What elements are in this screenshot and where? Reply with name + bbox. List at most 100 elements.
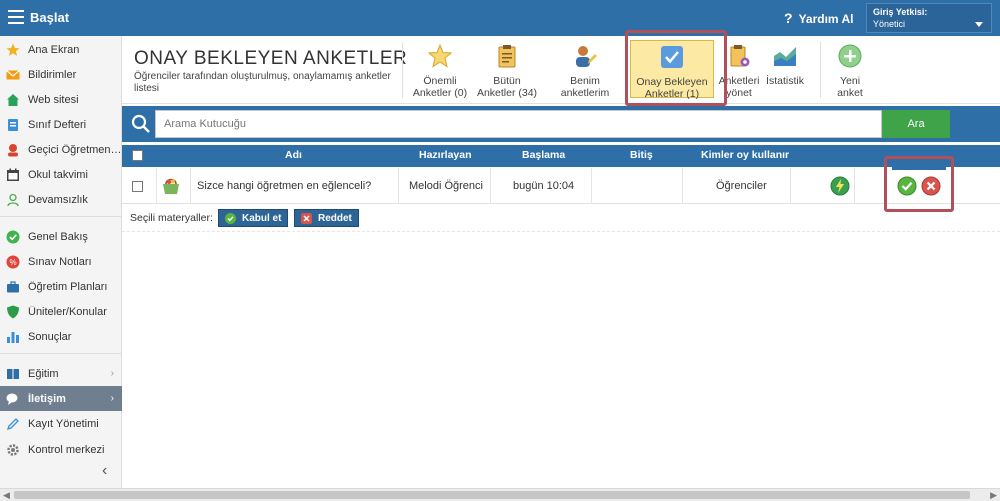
column-header-start[interactable]: Başlama [522,149,565,161]
pencil-icon [6,417,19,430]
page-title: Onay Bekleyen Anketler [134,48,408,69]
brand-title[interactable]: Başlat [30,10,69,25]
clipboard-icon [498,45,516,68]
tool-label-line2: anket [837,87,863,99]
chevron-right-icon: › [110,393,114,404]
row-checkbox-cell [132,168,143,204]
chart-circle-icon: % [6,255,20,268]
sidebar-item-label: Sınav Notları [28,255,92,268]
sidebar-item-sinav-notlari[interactable]: % Sınav Notları [0,249,122,274]
person-icon [8,143,18,156]
tool-label-line1: Yeni [839,75,861,87]
sidebar-item-label: Öğretim Planları [28,280,108,293]
sidebar-item-gecici-ogretmenler[interactable]: Geçici Öğretmenler [0,137,122,162]
search-input[interactable] [155,110,882,138]
briefcase-icon [7,280,19,292]
chat-icon [6,393,18,405]
column-header-end[interactable]: Bitiş [630,149,653,161]
accept-button[interactable]: Kabul et [218,209,289,227]
sidebar-item-okul-takvimi[interactable]: Okul takvimi [0,162,122,187]
sidebar-item-label: Sınıf Defteri [28,118,87,131]
column-divider [591,168,592,204]
sidebar-item-label: Genel Bakış [28,230,88,243]
notebook-icon [8,118,18,131]
tool-label-line1: Benim anketlerim [560,75,610,99]
column-divider [156,168,157,204]
tool-statistics[interactable]: İstatistik [758,44,812,87]
sidebar-item-genel-bakis[interactable]: Genel Bakış [0,224,122,249]
sidebar-item-label: İletişim [28,392,66,405]
column-divider [398,168,399,204]
lightning-icon[interactable] [830,176,850,196]
envelope-icon [6,69,20,79]
sidebar-divider [0,216,122,217]
check-circle-icon [6,230,20,243]
survey-status-cell [830,168,850,204]
search-button[interactable]: Ara [882,110,950,138]
bulk-actions-label: Seçili materyaller: [130,212,213,224]
sidebar-item-kayit-yonetimi[interactable]: Kayıt Yönetimi [0,411,122,436]
sidebar-item-web-sitesi[interactable]: Web sitesi [0,87,122,112]
scroll-right-icon[interactable]: ▶ [990,490,997,501]
search-icon[interactable] [128,110,154,138]
sidebar-item-label: Kayıt Yönetimi [28,417,99,430]
sidebar-item-label: Bildirimler [28,68,77,81]
column-header-author[interactable]: Hazırlayan [419,149,472,161]
column-header-name[interactable]: Adı [285,149,302,161]
star-icon [427,43,453,68]
tool-new-survey[interactable]: Yeni anket [828,44,872,99]
help-link[interactable]: ? Yardım Al [784,10,853,26]
sidebar-item-kontrol-merkezi[interactable]: Kontrol merkezi [0,437,122,462]
chevron-right-icon: › [110,368,114,379]
sidebar-item-egitim[interactable]: Eğitim › [0,361,122,386]
column-divider [682,168,683,204]
sidebar-divider [0,353,122,354]
sidebar-item-sinif-defteri[interactable]: Sınıf Defteri [0,112,122,137]
role-select-value: Yönetici [873,19,906,29]
column-divider [854,168,855,204]
highlight-box-actions [884,156,954,212]
clipboard-gear-icon [730,45,750,67]
select-all-checkbox[interactable] [132,150,143,161]
scroll-left-icon[interactable]: ◀ [3,490,10,501]
tool-label-line1: Bütün [493,75,521,87]
tool-label-line2: Anketler (0) [412,87,468,99]
tool-important-surveys[interactable]: Önemli Anketler (0) [408,43,472,99]
sidebar-item-ogretim-planlari[interactable]: Öğretim Planları [0,274,122,299]
hamburger-menu-icon[interactable] [8,10,24,24]
sidebar-item-bildirimler[interactable]: Bildirimler [0,62,122,87]
help-label: Yardım Al [798,12,854,26]
sidebar-collapse-icon[interactable]: ‹ [102,462,107,480]
highlight-header-strip [892,163,946,170]
table-row: Sizce hangi öğretmen en eğlenceli? Melod… [122,168,1000,204]
survey-name[interactable]: Sizce hangi öğretmen en eğlenceli? [197,168,371,204]
tool-label-line1: Önemli [423,75,457,87]
toolbar-divider [402,42,403,98]
sidebar-item-label: Devamsızlık [28,193,88,206]
sidebar-item-label: Eğitim [28,367,59,380]
reject-button[interactable]: Reddet [294,209,359,227]
row-checkbox[interactable] [132,180,143,192]
scrollbar-thumb[interactable] [14,491,970,499]
horizontal-scrollbar[interactable]: ◀ ▶ [0,488,1000,501]
sidebar-item-label: Ana Ekran [28,43,80,56]
tool-all-surveys[interactable]: Bütün Anketler (34) [474,44,540,99]
column-header-voters[interactable]: Kimler oy kullanır [701,149,789,161]
page-subtitle: Öğrenciler tarafından oluşturulmuş, onay… [134,71,391,94]
tool-my-surveys[interactable]: Benim anketlerim [546,44,624,99]
sidebar-item-iletisim[interactable]: İletişim › [0,386,122,411]
role-select[interactable]: Giriş Yetkisi: Yönetici [866,3,992,33]
area-chart-icon [774,47,796,66]
book-icon [7,368,19,379]
role-select-label: Giriş Yetkisi: [873,7,928,17]
sidebar-item-sonuclar[interactable]: Sonuçlar [0,324,122,349]
gear-icon [7,443,19,456]
chevron-down-icon [975,22,983,27]
sidebar-item-uniteler-konular[interactable]: Üniteler/Konular [0,299,122,324]
sidebar-item-ana-ekran[interactable]: Ana Ekran [0,37,122,62]
search-bar: Ara [122,106,1000,142]
calendar-icon [7,168,19,181]
sidebar-item-devamsizlik[interactable]: Devamsızlık [0,187,122,212]
page-header: Onay Bekleyen Anketler Öğrenciler tarafı… [122,30,1000,106]
user-edit-icon [576,46,597,67]
